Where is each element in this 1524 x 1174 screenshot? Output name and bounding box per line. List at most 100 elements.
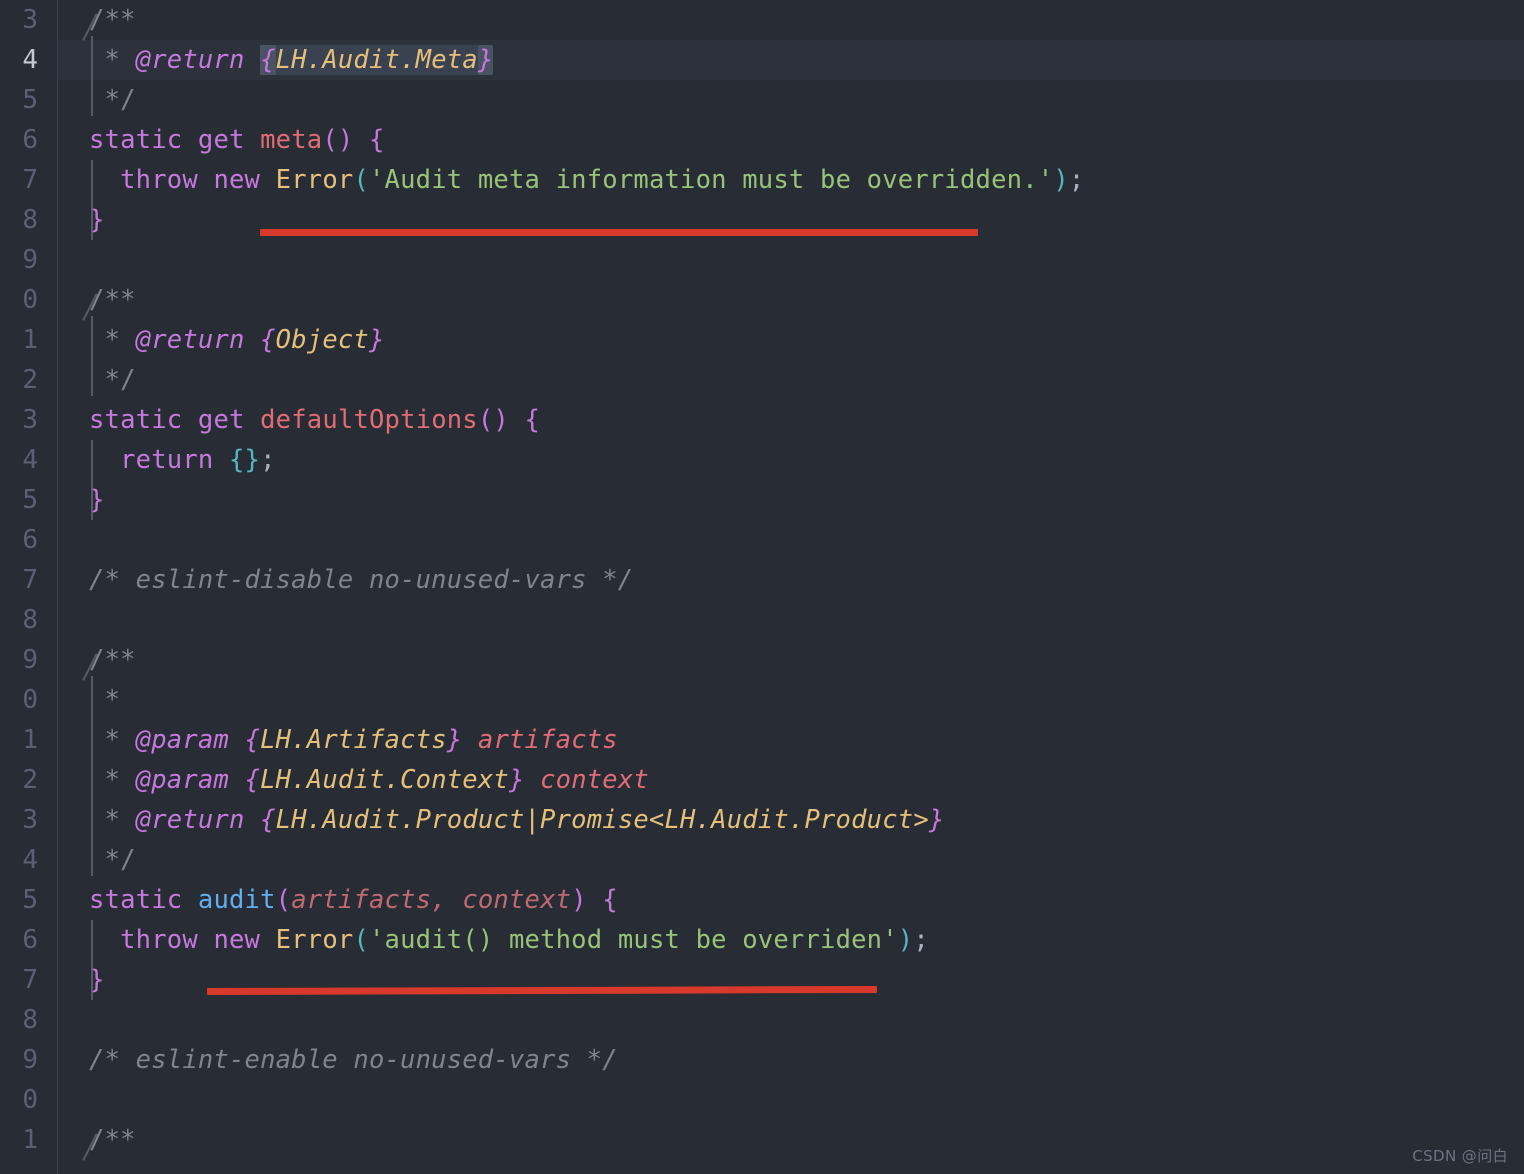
line-number: 7 — [22, 565, 38, 595]
code-line[interactable]: throw new Error('audit() method must be … — [58, 920, 1524, 960]
brace-close-token: } — [928, 805, 945, 835]
jsdoc-type-token: LH.Audit.Context — [260, 765, 509, 795]
jsdoc-param-name: artifacts — [477, 725, 618, 755]
paren-pair-token: () — [322, 125, 354, 155]
code-line-blank[interactable] — [58, 1080, 1524, 1120]
brace-open-token: { — [244, 725, 261, 755]
keyword-static: static — [89, 885, 183, 915]
code-line-blank[interactable] — [58, 240, 1524, 280]
line-number: 6 — [22, 925, 38, 955]
brace-open-token: { — [244, 765, 261, 795]
brace-close-token: } — [369, 325, 385, 355]
keyword-return: return — [120, 445, 214, 475]
code-line[interactable]: * @param {LH.Artifacts} artifacts — [58, 720, 1524, 760]
line-number: 3 — [22, 5, 38, 35]
code-line[interactable]: return {}; — [58, 440, 1524, 480]
paren-close-token: ) — [1053, 165, 1069, 195]
function-name-audit: audit — [197, 885, 276, 915]
line-number: 5 — [22, 885, 38, 915]
brace-open-token: { — [602, 885, 618, 915]
function-name-defaultoptions: defaultOptions — [260, 405, 478, 435]
line-number: 9 — [22, 245, 38, 275]
code-area[interactable]: /** * @return {LH.Audit.Meta} */ static … — [58, 0, 1524, 1174]
comment-star-token: * — [89, 325, 121, 355]
semicolon-token: ; — [1068, 165, 1085, 195]
code-line[interactable]: /* eslint-disable no-unused-vars */ — [58, 560, 1524, 600]
line-number: 4 — [22, 845, 38, 875]
jsdoc-type-token: Object — [275, 325, 369, 355]
code-line[interactable]: */ — [58, 360, 1524, 400]
line-number-gutter[interactable]: 3 4 5 6 7 8 9 0 1 2 3 4 5 6 7 8 9 0 1 2 … — [0, 0, 58, 1174]
line-number-active: 4 — [22, 45, 38, 75]
code-line[interactable]: /* eslint-enable no-unused-vars */ — [58, 1040, 1524, 1080]
line-number: 3 — [22, 405, 38, 435]
code-line[interactable]: /** — [58, 280, 1524, 320]
code-line[interactable]: /** — [58, 0, 1524, 40]
code-line[interactable]: throw new Error('Audit meta information … — [58, 160, 1524, 200]
code-line[interactable]: */ — [58, 80, 1524, 120]
line-number: 7 — [22, 965, 38, 995]
line-number: 8 — [22, 1005, 38, 1035]
annotation-underline-meta-throw — [260, 229, 978, 236]
keyword-get: get — [197, 125, 245, 155]
code-line[interactable]: static get meta() { — [58, 120, 1524, 160]
code-line-active[interactable]: * @return {LH.Audit.Meta} — [58, 40, 1524, 80]
code-line[interactable]: /** — [58, 640, 1524, 680]
line-number: 9 — [22, 1045, 38, 1075]
code-line-blank[interactable] — [58, 520, 1524, 560]
code-line[interactable]: } — [58, 480, 1524, 520]
keyword-throw: throw — [120, 165, 198, 195]
comment-eslint-disable: /* eslint-disable no-unused-vars */ — [89, 565, 634, 595]
comment-continuation-guide — [91, 316, 93, 396]
paren-close-token: ) — [571, 885, 587, 915]
code-line[interactable]: * @param {LH.Audit.Context} context — [58, 760, 1524, 800]
line-number: 5 — [22, 85, 38, 115]
keyword-static: static — [89, 405, 183, 435]
code-line[interactable]: */ — [58, 840, 1524, 880]
line-number: 1 — [22, 325, 38, 355]
code-line-blank[interactable] — [58, 600, 1524, 640]
code-line-blank[interactable] — [58, 1000, 1524, 1040]
code-line[interactable]: static audit(artifacts, context) { — [58, 880, 1524, 920]
line-number: 1 — [22, 1125, 38, 1155]
line-number: 6 — [22, 525, 38, 555]
code-line[interactable]: * @return {Object} — [58, 320, 1524, 360]
jsdoc-param-tag: @param — [135, 725, 229, 755]
keyword-get: get — [197, 405, 245, 435]
comment-star-token: * — [89, 805, 121, 835]
comment-close-token: */ — [89, 365, 136, 395]
line-number: 0 — [22, 685, 38, 715]
code-line[interactable]: /** — [58, 1120, 1524, 1160]
code-line[interactable]: static get defaultOptions() { — [58, 400, 1524, 440]
comma-token: , — [431, 885, 447, 915]
function-name-meta: meta — [260, 125, 323, 155]
line-number: 0 — [22, 1085, 38, 1115]
jsdoc-return-tag: @return — [135, 805, 245, 835]
line-number: 0 — [22, 285, 38, 315]
code-editor[interactable]: 3 4 5 6 7 8 9 0 1 2 3 4 5 6 7 8 9 0 1 2 … — [0, 0, 1524, 1174]
code-line[interactable]: * @return {LH.Audit.Product|Promise<LH.A… — [58, 800, 1524, 840]
csdn-watermark: CSDN @问白 — [1412, 1147, 1508, 1165]
param-artifacts: artifacts — [291, 885, 432, 915]
line-number: 1 — [22, 725, 38, 755]
comment-star-token: * — [89, 725, 121, 755]
keyword-new: new — [213, 925, 261, 955]
code-line[interactable]: * — [58, 680, 1524, 720]
brace-open-token: { — [260, 45, 276, 75]
comment-open-token: /** — [89, 645, 136, 675]
line-number: 2 — [22, 765, 38, 795]
jsdoc-param-tag: @param — [135, 765, 229, 795]
